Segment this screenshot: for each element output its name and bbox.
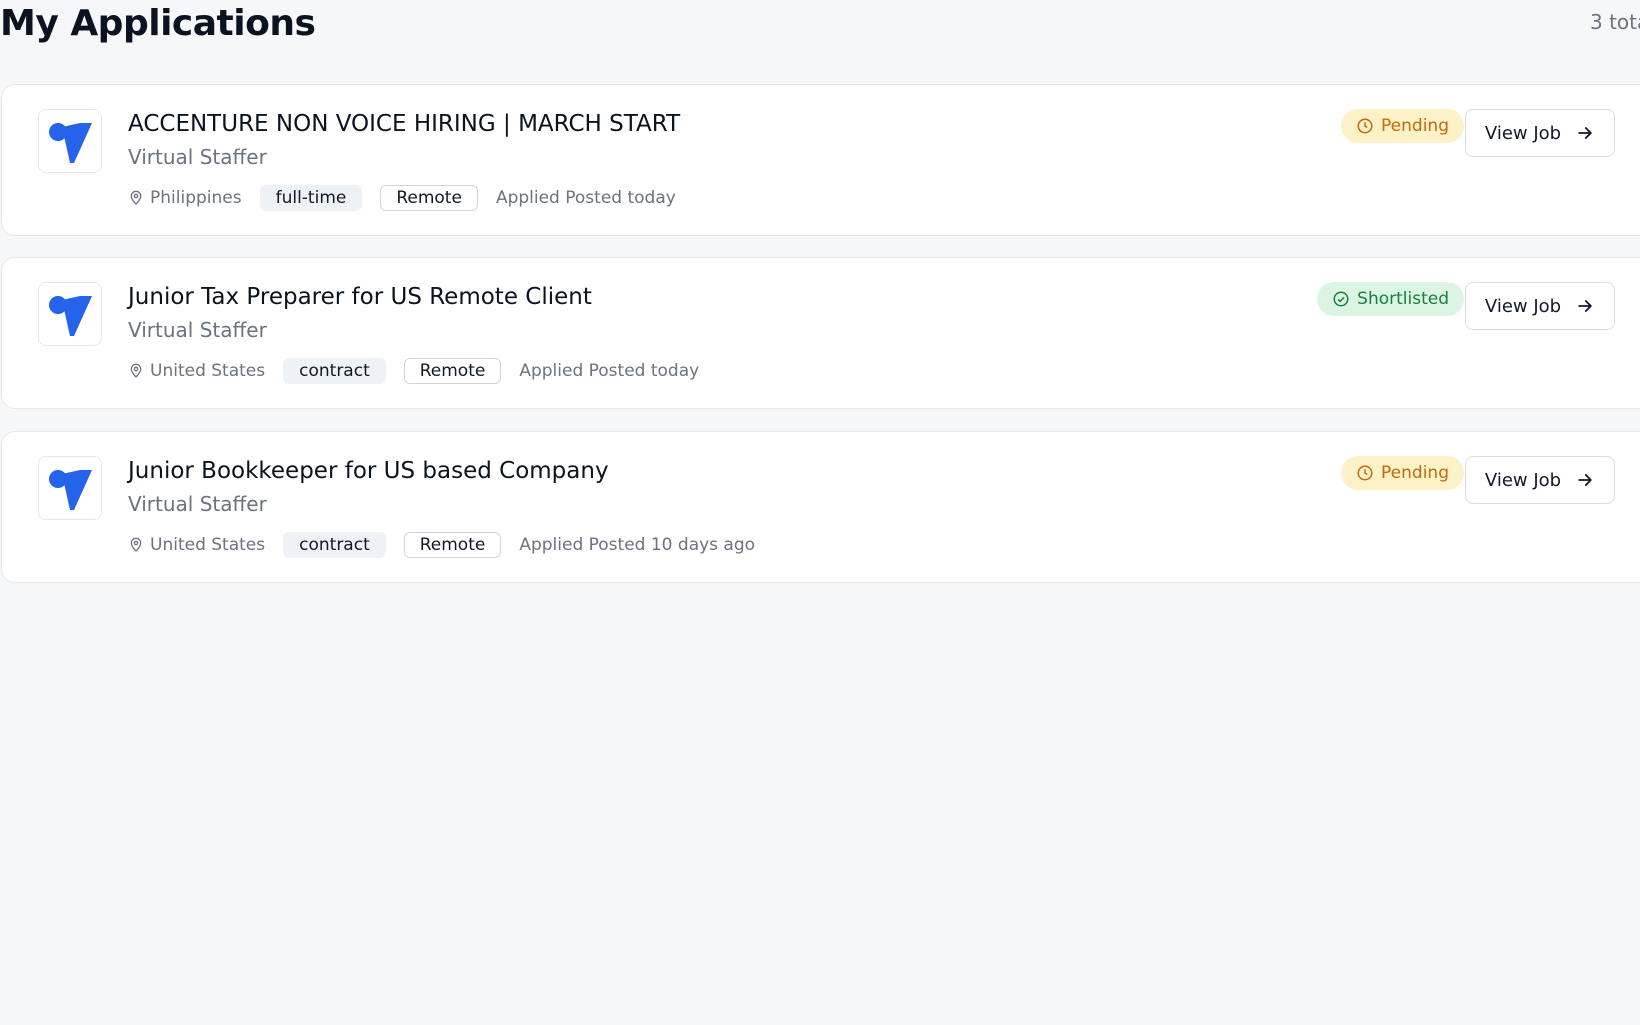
status-badge: Shortlisted xyxy=(1317,282,1464,316)
job-type-tag: contract xyxy=(283,532,386,558)
work-mode-tag: Remote xyxy=(380,185,478,211)
view-job-label: View Job xyxy=(1484,122,1562,144)
application-card: ACCENTURE NON VOICE HIRING | MARCH START… xyxy=(1,84,1640,236)
status-text: Shortlisted xyxy=(1357,289,1449,309)
arrow-right-icon xyxy=(1578,300,1592,312)
job-title[interactable]: ACCENTURE NON VOICE HIRING | MARCH START xyxy=(128,111,680,137)
applied-date: Applied Posted today xyxy=(519,361,700,381)
job-meta: Philippines full-time Remote Applied Pos… xyxy=(128,183,676,213)
view-job-label: View Job xyxy=(1484,295,1562,317)
clock-icon xyxy=(1357,465,1373,481)
job-title[interactable]: Junior Tax Preparer for US Remote Client xyxy=(128,284,592,310)
applied-date: Applied Posted 10 days ago xyxy=(519,535,756,555)
status-badge: Pending xyxy=(1341,456,1464,490)
check-circle-icon xyxy=(1333,291,1349,307)
location-text: United States xyxy=(150,361,266,381)
view-job-button[interactable]: View Job xyxy=(1465,109,1615,157)
company-name: Virtual Staffer xyxy=(128,145,267,169)
job-type-tag: contract xyxy=(283,358,386,384)
job-location: Philippines xyxy=(128,188,242,208)
job-meta: United States contract Remote Applied Po… xyxy=(128,530,755,560)
company-name: Virtual Staffer xyxy=(128,318,267,342)
status-badge: Pending xyxy=(1341,109,1464,143)
application-card: Junior Bookkeeper for US based Company V… xyxy=(1,431,1640,583)
job-location: United States xyxy=(128,361,265,381)
arrow-right-icon xyxy=(1578,127,1592,139)
clock-icon xyxy=(1357,118,1373,134)
applied-date: Applied Posted today xyxy=(495,188,676,208)
company-logo-icon xyxy=(38,109,102,173)
view-job-button[interactable]: View Job xyxy=(1465,282,1615,330)
view-job-button[interactable]: View Job xyxy=(1465,456,1615,504)
arrow-right-icon xyxy=(1578,474,1592,486)
location-text: United States xyxy=(150,535,266,555)
work-mode-tag: Remote xyxy=(403,532,502,558)
page-header: My Applications 3 total xyxy=(0,0,1640,60)
map-pin-icon xyxy=(130,537,142,552)
job-type-tag: full-time xyxy=(259,185,363,211)
view-job-label: View Job xyxy=(1484,469,1562,491)
company-logo-icon xyxy=(38,282,102,346)
map-pin-icon xyxy=(130,190,142,205)
application-card: Junior Tax Preparer for US Remote Client… xyxy=(1,257,1640,409)
company-logo-icon xyxy=(38,456,102,520)
status-text: Pending xyxy=(1381,463,1449,483)
status-text: Pending xyxy=(1381,116,1449,136)
company-name: Virtual Staffer xyxy=(128,492,267,516)
application-count: 3 total xyxy=(1590,10,1640,34)
location-text: Philippines xyxy=(150,188,242,208)
job-location: United States xyxy=(128,535,265,555)
job-title[interactable]: Junior Bookkeeper for US based Company xyxy=(128,458,609,484)
job-meta: United States contract Remote Applied Po… xyxy=(128,356,699,386)
work-mode-tag: Remote xyxy=(403,358,502,384)
page-title: My Applications xyxy=(0,3,316,44)
map-pin-icon xyxy=(130,363,142,378)
